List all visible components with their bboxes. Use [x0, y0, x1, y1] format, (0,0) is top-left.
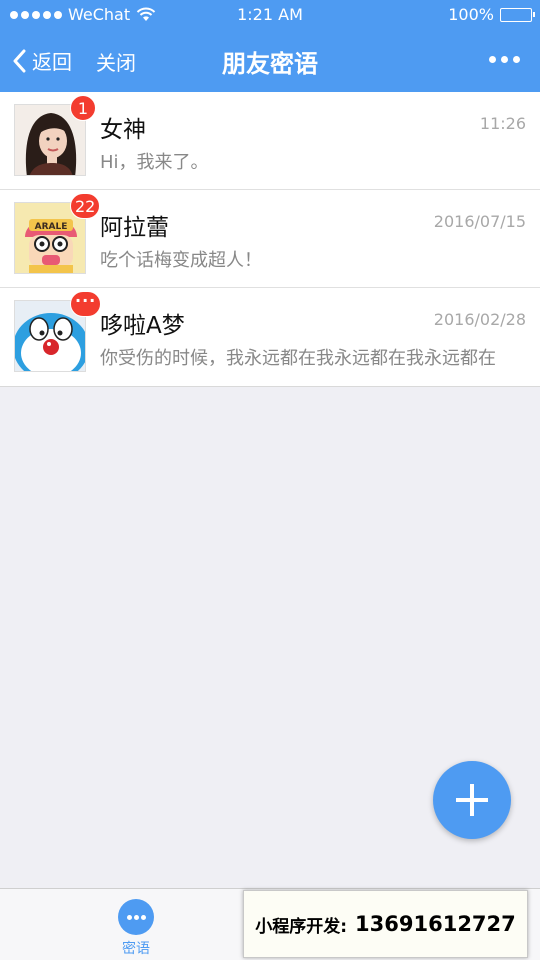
back-button[interactable]: 返回 [12, 46, 72, 75]
tab-whisper[interactable]: 密语 [100, 899, 172, 958]
battery-percent: 100% [448, 5, 494, 24]
promo-label: 小程序开发: [255, 916, 348, 937]
more-button[interactable] [489, 56, 520, 63]
nav-bar: 返回 关闭 朋友密语 [0, 30, 540, 92]
status-right: 100% [448, 5, 535, 24]
message-date: 2016/02/28 [433, 310, 526, 329]
contact-name: 阿拉蕾 [100, 215, 169, 241]
contact-name: 女神 [100, 117, 146, 143]
message-date: 11:26 [479, 114, 526, 133]
promo-banner: 小程序开发: 13691612727 [243, 890, 528, 958]
add-button[interactable] [433, 761, 511, 839]
message-preview: Hi，我来了。 [100, 152, 209, 173]
tab-label: 密语 [122, 941, 150, 957]
chat-list: 1 女神 11:26 Hi，我来了。 ARALE 22 阿拉蕾 2016/07/… [0, 92, 540, 387]
more-dot-icon [489, 56, 496, 63]
chat-row[interactable]: 1 女神 11:26 Hi，我来了。 [0, 92, 540, 190]
battery-icon [500, 7, 535, 22]
unread-badge: 1 [70, 95, 96, 121]
status-bar: WeChat 1:21 AM 100% [0, 0, 540, 30]
close-button[interactable]: 关闭 [96, 47, 136, 76]
chat-bubble-icon [118, 899, 154, 935]
message-preview: 你受伤的时候，我永远都在我永远都在我永远都在 [100, 348, 496, 369]
chat-row[interactable]: ARALE 22 阿拉蕾 2016/07/15 吃个话梅变成超人！ [0, 190, 540, 288]
unread-badge: ··· [70, 291, 102, 317]
back-label: 返回 [32, 50, 72, 74]
contact-name: 哆啦A梦 [100, 313, 185, 339]
page-title: 朋友密语 [222, 50, 318, 78]
message-preview: 吃个话梅变成超人！ [100, 250, 262, 271]
promo-phone: 13691612727 [355, 912, 516, 936]
chevron-left-icon [13, 49, 26, 72]
unread-badge: 22 [70, 193, 101, 219]
chat-row[interactable]: ··· 哆啦A梦 2016/02/28 你受伤的时候，我永远都在我永远都在我永远… [0, 288, 540, 386]
svg-text:ARALE: ARALE [35, 222, 68, 232]
message-date: 2016/07/15 [433, 212, 526, 231]
